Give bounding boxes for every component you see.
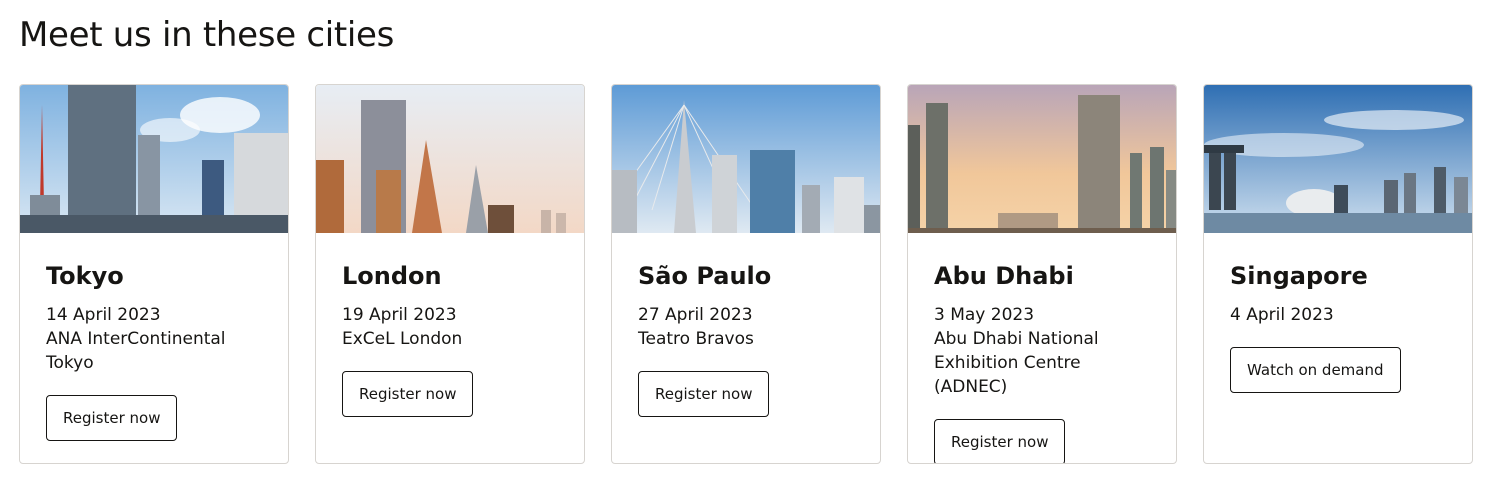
tokyo-skyline-image	[20, 85, 288, 233]
city-name: Singapore	[1230, 262, 1368, 290]
city-card-sao-paulo: São Paulo 27 April 2023 Teatro Bravos Re…	[611, 84, 881, 464]
register-button-tokyo[interactable]: Register now	[46, 395, 178, 441]
event-venue: Teatro Bravos	[638, 329, 754, 349]
event-date: 3 May 2023	[934, 305, 1035, 325]
singapore-skyline-image	[1204, 85, 1472, 233]
city-name: Tokyo	[46, 262, 124, 290]
city-card-singapore: Singapore 4 April 2023 Watch on demand	[1203, 84, 1473, 464]
city-card-london: London 19 April 2023 ExCeL London Regist…	[315, 84, 585, 464]
event-venue: ANA InterContinental Tokyo	[46, 329, 226, 373]
event-date: 27 April 2023	[638, 305, 753, 325]
city-cards: Tokyo 14 April 2023 ANA InterContinental…	[19, 84, 1473, 464]
city-name: Abu Dhabi	[934, 262, 1074, 290]
register-button-abu-dhabi[interactable]: Register now	[934, 419, 1066, 463]
register-button-sao-paulo[interactable]: Register now	[638, 371, 770, 417]
section-heading: Meet us in these cities	[19, 15, 395, 55]
city-name: London	[342, 262, 442, 290]
city-name: São Paulo	[638, 262, 772, 290]
event-venue: Abu Dhabi National Exhibition Centre (AD…	[934, 329, 1099, 397]
register-button-london[interactable]: Register now	[342, 371, 474, 417]
sao-paulo-skyline-image	[612, 85, 880, 233]
event-date: 14 April 2023	[46, 305, 161, 325]
london-skyline-image	[316, 85, 584, 233]
abu-dhabi-skyline-image	[908, 85, 1176, 233]
watch-on-demand-button-singapore[interactable]: Watch on demand	[1230, 347, 1401, 393]
city-card-abu-dhabi: Abu Dhabi 3 May 2023 Abu Dhabi National …	[907, 84, 1177, 464]
event-date: 19 April 2023	[342, 305, 457, 325]
event-date: 4 April 2023	[1230, 305, 1334, 325]
event-venue: ExCeL London	[342, 329, 463, 349]
city-card-tokyo: Tokyo 14 April 2023 ANA InterContinental…	[19, 84, 289, 464]
